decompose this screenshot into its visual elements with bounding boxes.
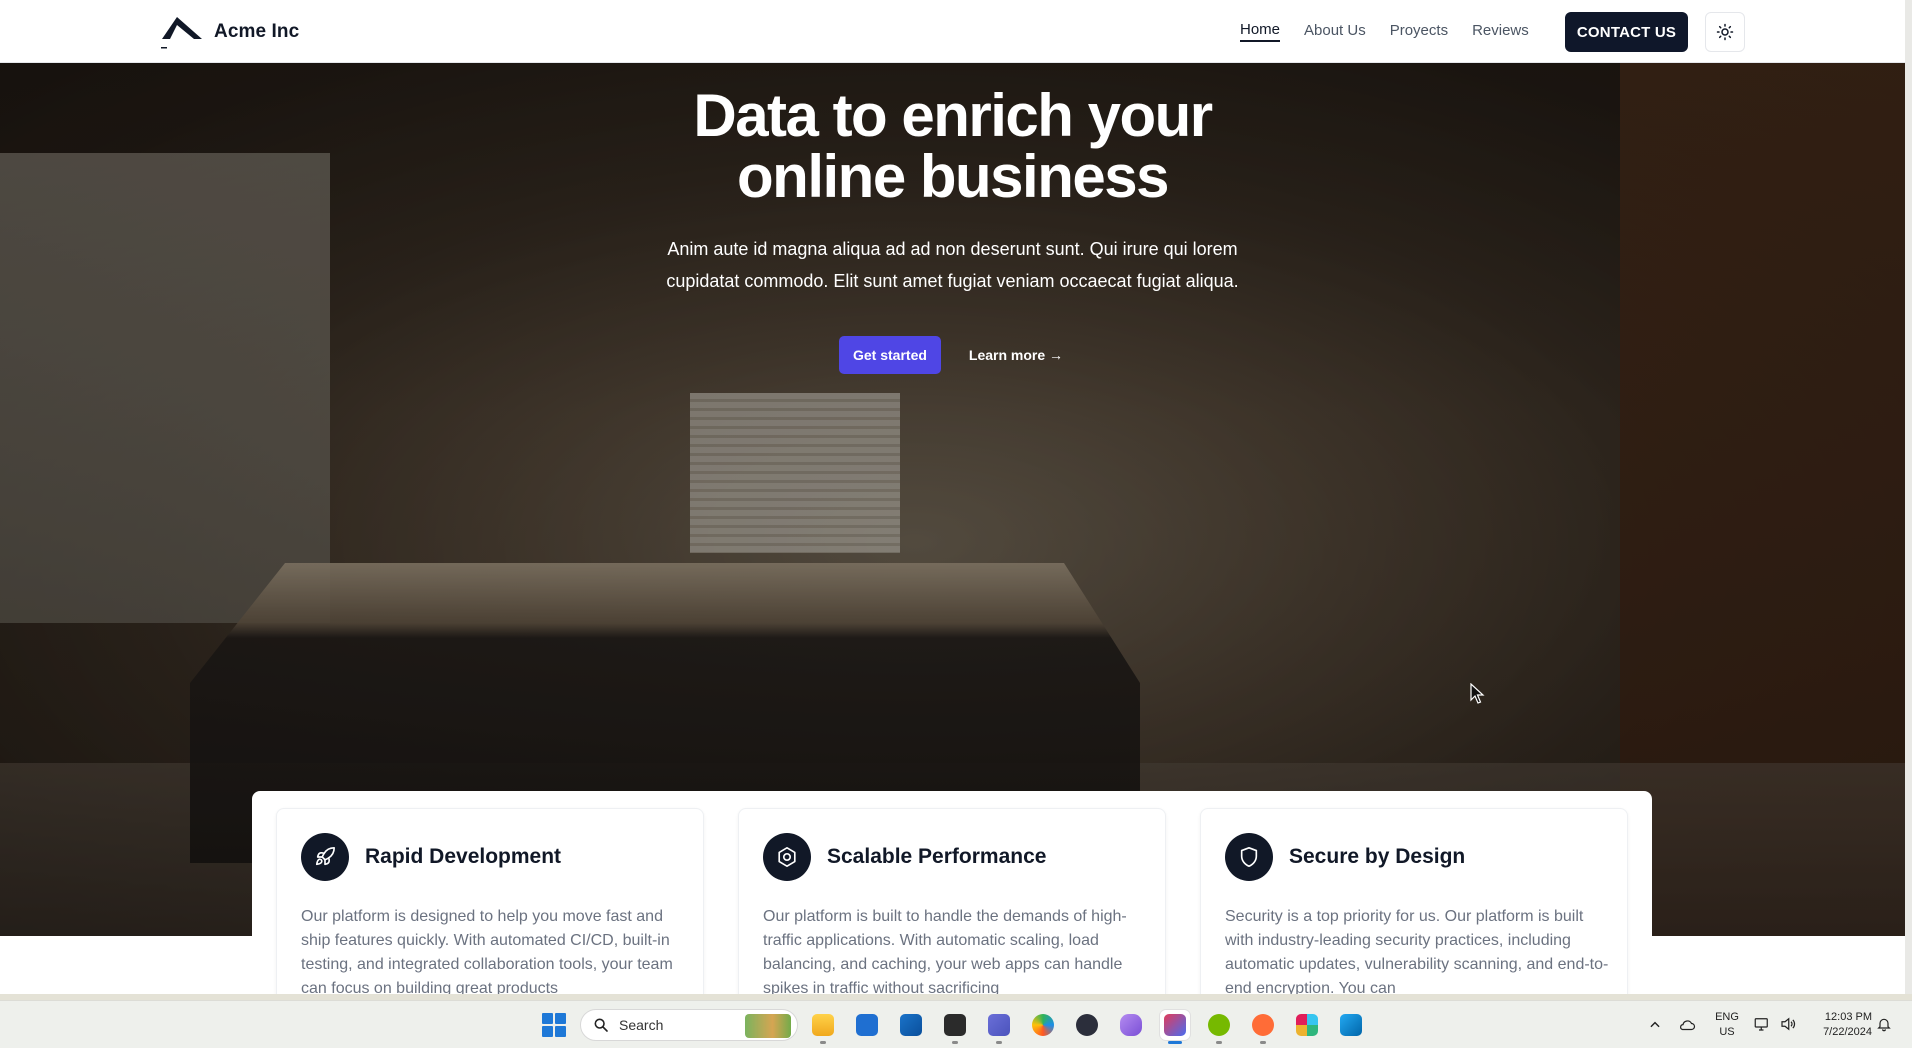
nav-link-reviews[interactable]: Reviews [1472, 22, 1529, 41]
nvidia-icon[interactable] [1204, 1010, 1234, 1044]
copilot-icon[interactable] [1116, 1010, 1146, 1040]
network-icon [1754, 1018, 1768, 1031]
hero-subtitle: Anim aute id magna aliqua ad ad non dese… [666, 239, 1239, 291]
rocket-icon [301, 833, 349, 881]
feature-card: Secure by Design Security is a top prior… [1200, 808, 1628, 994]
nav-link-home[interactable]: Home [1240, 21, 1281, 42]
theme-toggle-button[interactable] [1705, 12, 1745, 52]
taskbar-search[interactable]: Search [580, 1009, 798, 1041]
feature-card: Scalable Performance Our platform is bui… [738, 808, 1166, 994]
vscode-icon[interactable] [1336, 1010, 1366, 1040]
logo-mark-icon [161, 17, 202, 49]
nav-links: Home About Us Proyects Reviews [1240, 0, 1529, 63]
contact-us-button[interactable]: CONTACT US [1565, 12, 1688, 52]
taskbar-clock[interactable]: 12:03 PM 7/22/2024 [1806, 1010, 1872, 1040]
brand-logo[interactable]: Acme Inc [160, 13, 299, 51]
get-started-button[interactable]: Get started [839, 336, 941, 374]
feature-text: Our platform is built to handle the dema… [763, 908, 1127, 994]
shield-icon [1225, 833, 1273, 881]
system-tray-icons[interactable] [1753, 1015, 1797, 1033]
lang-code: ENG [1715, 1011, 1739, 1023]
top-navbar: Acme Inc Home About Us Proyects Reviews … [0, 0, 1905, 63]
tray-overflow-button[interactable] [1648, 1001, 1662, 1048]
bell-icon [1877, 1018, 1891, 1032]
feature-text: Security is a top priority for us. Our p… [1225, 908, 1609, 994]
onedrive-tray[interactable] [1678, 1001, 1696, 1048]
store-icon[interactable] [852, 1010, 882, 1040]
hero-title-line1: Data to enrich your [693, 82, 1213, 149]
obs-icon[interactable] [1072, 1010, 1102, 1040]
clock-date: 7/22/2024 [1823, 1026, 1872, 1038]
search-icon [594, 1018, 608, 1032]
mouse-cursor-icon [1470, 683, 1485, 704]
hero-title-line2: online business [737, 143, 1169, 210]
teams-icon[interactable] [984, 1010, 1014, 1044]
nav-link-projects[interactable]: Proyects [1390, 22, 1448, 41]
feature-text: Our platform is designed to help you mov… [301, 908, 673, 994]
brand-name: Acme Inc [214, 21, 300, 42]
hexagon-icon [763, 833, 811, 881]
search-highlight-art [745, 1014, 791, 1038]
browser-viewport: Data to enrich your online business Anim… [0, 0, 1905, 994]
start-button[interactable] [542, 1013, 566, 1037]
hero-cta-row: Get started Learn more → [839, 336, 1063, 374]
edge-icon[interactable] [1028, 1010, 1058, 1040]
search-placeholder: Search [619, 1017, 664, 1033]
slack-icon[interactable] [1292, 1010, 1322, 1040]
feature-card: Rapid Development Our platform is design… [276, 808, 704, 994]
windows-taskbar: Search ENG US 12:03 PM 7/22/2024 [0, 1000, 1912, 1048]
feature-title: Secure by Design [1289, 845, 1466, 868]
clock-time: 12:03 PM [1824, 1011, 1872, 1023]
app-active-icon[interactable] [1160, 1010, 1190, 1044]
notifications-button[interactable] [1876, 1015, 1892, 1038]
cloud-icon [1680, 1020, 1696, 1031]
hero-title: Data to enrich your online business [0, 85, 1905, 207]
feature-title: Rapid Development [365, 845, 562, 868]
sun-icon [1716, 23, 1734, 41]
outlook-icon[interactable] [896, 1010, 926, 1040]
file-explorer-icon[interactable] [808, 1010, 838, 1044]
learn-more-link[interactable]: Learn more → [969, 347, 1063, 363]
page-scrollbar[interactable] [1905, 0, 1912, 994]
nav-link-about[interactable]: About Us [1304, 22, 1366, 41]
features-panel: Rapid Development Our platform is design… [252, 791, 1652, 994]
postman-icon[interactable] [1248, 1010, 1278, 1044]
feature-title: Scalable Performance [827, 845, 1047, 868]
chevron-up-icon [1650, 1021, 1660, 1028]
lang-region: US [1719, 1026, 1735, 1038]
input-language[interactable]: ENG US [1714, 1010, 1740, 1040]
terminal-icon[interactable] [940, 1010, 970, 1044]
volume-icon [1781, 1017, 1796, 1031]
